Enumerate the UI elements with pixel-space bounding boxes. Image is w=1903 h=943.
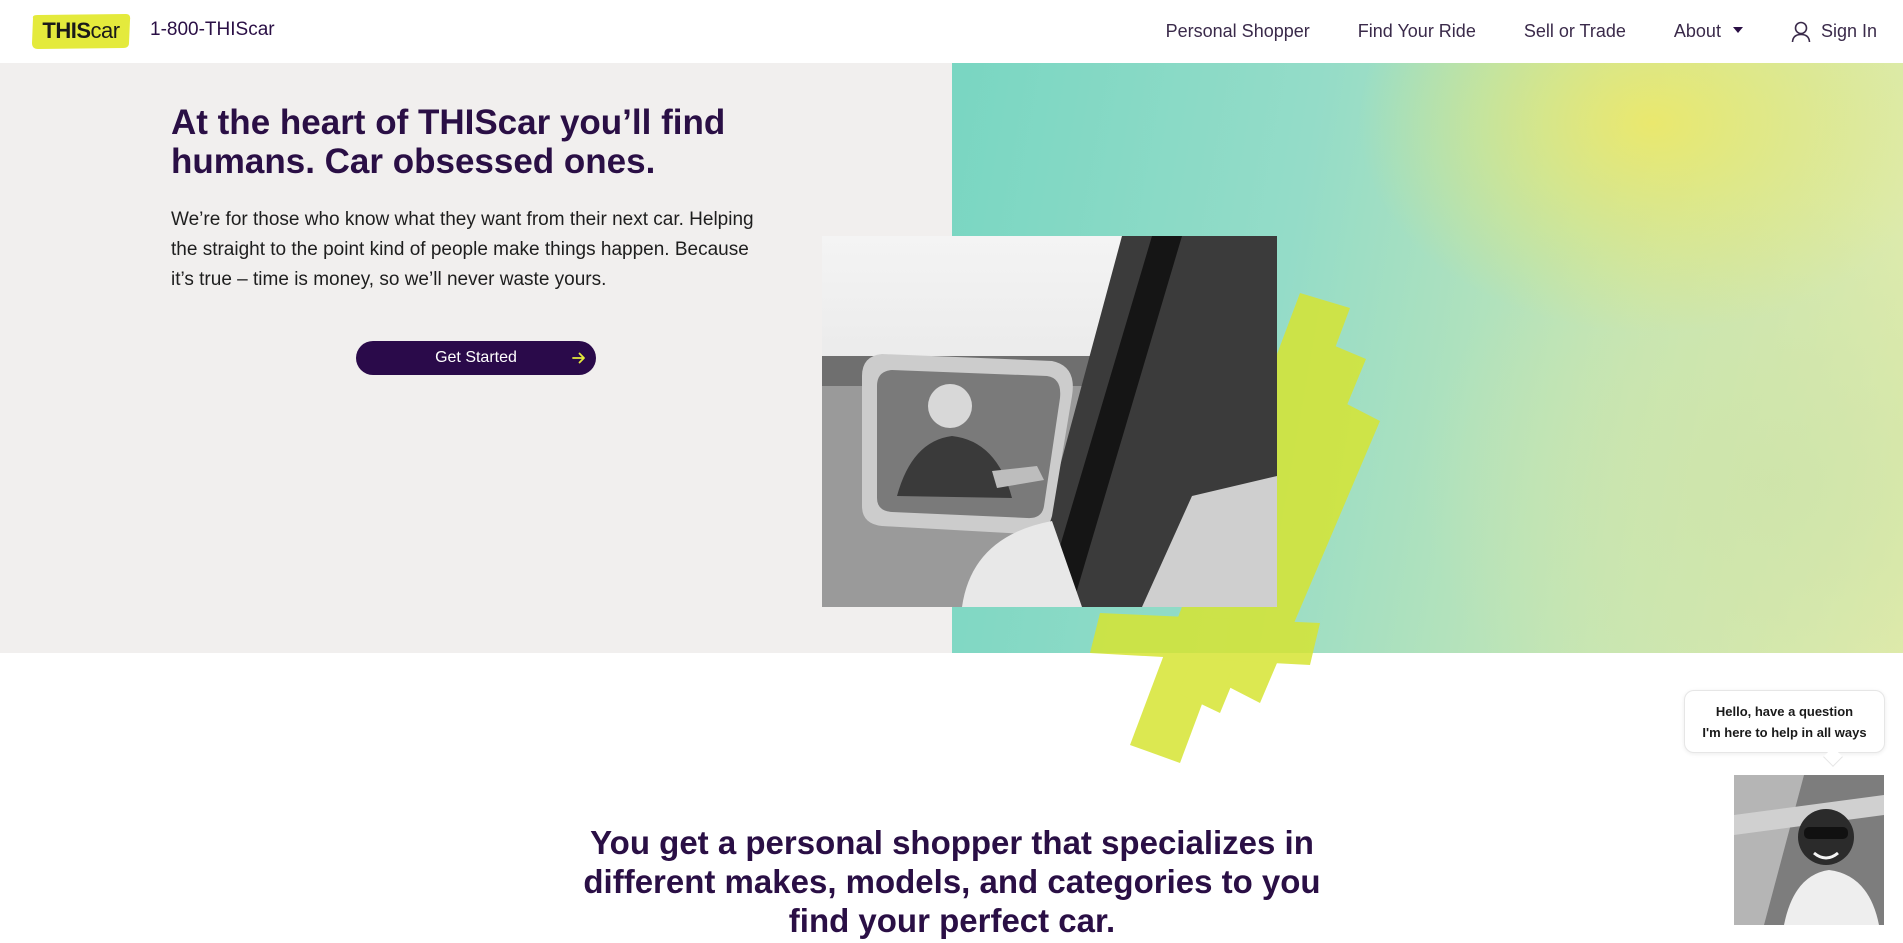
thiscar-logo[interactable]: THIS car (30, 12, 132, 50)
driver-mirror-image (822, 236, 1277, 607)
sign-in-link[interactable]: Sign In (1791, 21, 1877, 43)
get-started-label: Get Started (435, 349, 517, 366)
driver-mirror-photo (822, 236, 1277, 607)
chevron-down-icon (1732, 26, 1743, 33)
personal-shopper-heading: You get a personal shopper that speciali… (583, 824, 1321, 939)
arrow-right-icon (572, 352, 585, 364)
main-nav: Personal Shopper Find Your Ride Sell or … (1118, 0, 1877, 63)
user-icon (1791, 21, 1811, 42)
phone-link[interactable]: 1-800-THIScar (150, 19, 275, 41)
chat-agent-avatar[interactable] (1734, 775, 1884, 925)
chat-greeting-line1: Hello, have a question (1715, 703, 1854, 719)
get-started-button[interactable]: Get Started (356, 341, 596, 375)
nav-personal-shopper[interactable]: Personal Shopper (1166, 21, 1310, 42)
hero-description: We’re for those who know what they want … (171, 209, 754, 290)
chat-greeting-bubble[interactable]: Hello, have a question I'm here to help … (1684, 690, 1885, 753)
nav-about-label: About (1673, 21, 1721, 41)
chat-agent-photo (1734, 775, 1884, 925)
logo-wordmark: THIS car (42, 18, 120, 43)
sign-in-label: Sign In (1820, 21, 1877, 41)
site-header: THIS car 1-800-THIScar Personal Shopper F… (0, 0, 1903, 63)
hero-title: At the heart of THIScar you’ll find huma… (171, 103, 726, 181)
chat-greeting-line2: I'm here to help in all ways (1702, 724, 1867, 740)
hero-section: At the heart of THIScar you’ll find huma… (0, 63, 1903, 763)
nav-find-your-ride[interactable]: Find Your Ride (1358, 21, 1476, 42)
nav-sell-or-trade[interactable]: Sell or Trade (1524, 21, 1626, 42)
nav-about-dropdown[interactable]: About (1674, 21, 1743, 42)
